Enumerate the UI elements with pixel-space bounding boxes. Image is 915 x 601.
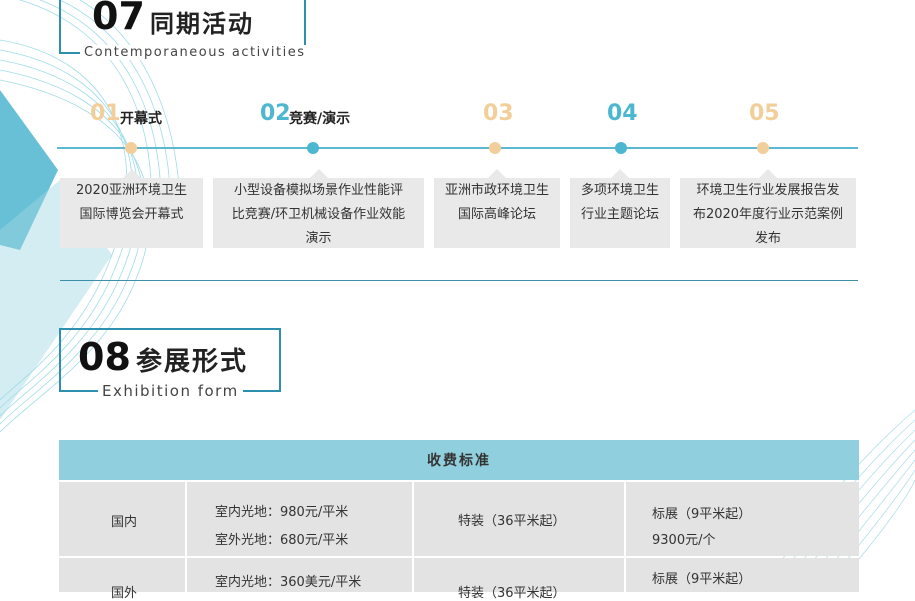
card-line: 亚洲市政环境卫生 <box>444 183 549 198</box>
column-divider <box>412 558 414 592</box>
step-04-number: 04 <box>607 101 638 126</box>
column-divider <box>185 482 187 556</box>
step-04-card: 多项环境卫生 行业主题论坛 <box>570 169 670 248</box>
step-03-number: 03 <box>483 101 514 126</box>
section-08-number: 08 <box>78 335 131 379</box>
step-02-card: 小型设备模拟场景作业性能评 比竞赛/环卫机械设备作业效能 演示 <box>213 169 424 248</box>
card-line: 小型设备模拟场景作业性能评 <box>233 183 403 198</box>
fee-table-header: 收费标准 <box>59 440 859 480</box>
standard-booth-line: 标展（9平米起） <box>652 507 752 522</box>
space-price-line: 室外光地：680元/平米 <box>215 533 349 548</box>
table-row: 国内 室内光地：980元/平米 室外光地：680元/平米 特装（36平米起） 标… <box>59 482 859 556</box>
step-02-number: 02 <box>260 101 291 126</box>
section-divider <box>60 280 858 281</box>
section-08-subtitle: Exhibition form <box>98 382 243 400</box>
card-line: 行业主题论坛 <box>580 207 659 222</box>
step-01-dot <box>125 142 137 154</box>
step-02-label: 竞赛/演示 <box>289 111 351 127</box>
space-price-line: 室内光地：980元/平米 <box>215 505 349 520</box>
table-row: 国外 室内光地：360美元/平米 特装（36平米起） 标展（9平米起） <box>59 558 859 601</box>
step-03-dot <box>489 142 501 154</box>
section-07-title: 同期活动 <box>150 10 254 38</box>
card-line: 演示 <box>305 231 332 246</box>
section-07-number: 07 <box>92 0 145 38</box>
step-05-card: 环境卫生行业发展报告发 布2020年度行业示范案例 发布 <box>680 169 856 248</box>
card-line: 发布 <box>754 231 781 246</box>
step-05-dot <box>757 142 769 154</box>
card-line: 2020亚洲环境卫生 <box>75 183 188 198</box>
column-divider <box>412 482 414 556</box>
special-booth-cell: 特装（36平米起） <box>458 514 566 529</box>
card-line: 环境卫生行业发展报告发 <box>696 183 840 198</box>
section-07-subtitle: Contemporaneous activities <box>80 45 310 60</box>
region-cell: 国内 <box>111 515 138 530</box>
section-08-title: 参展形式 <box>136 347 249 377</box>
standard-booth-line: 9300元/个 <box>652 533 716 548</box>
step-01-label: 开幕式 <box>120 111 162 127</box>
column-divider <box>624 558 626 592</box>
card-line: 国际高峰论坛 <box>457 207 536 222</box>
card-line: 比竞赛/环卫机械设备作业效能 <box>231 207 406 222</box>
space-price-line: 室内光地：360美元/平米 <box>215 575 362 590</box>
step-01-card: 2020亚洲环境卫生 国际博览会开幕式 <box>60 169 203 248</box>
standard-booth-line: 标展（9平米起） <box>652 572 752 587</box>
step-03-card: 亚洲市政环境卫生 国际高峰论坛 <box>434 169 560 248</box>
step-01-number: 01 <box>90 101 121 126</box>
card-line: 多项环境卫生 <box>580 183 659 198</box>
column-divider <box>624 482 626 556</box>
step-05-number: 05 <box>749 101 780 126</box>
column-divider <box>185 558 187 592</box>
card-line: 国际博览会开幕式 <box>79 207 184 222</box>
timeline-line <box>57 147 858 149</box>
step-04-dot <box>615 142 627 154</box>
card-line: 布2020年度行业示范案例 <box>692 207 844 222</box>
step-02-dot <box>307 142 319 154</box>
